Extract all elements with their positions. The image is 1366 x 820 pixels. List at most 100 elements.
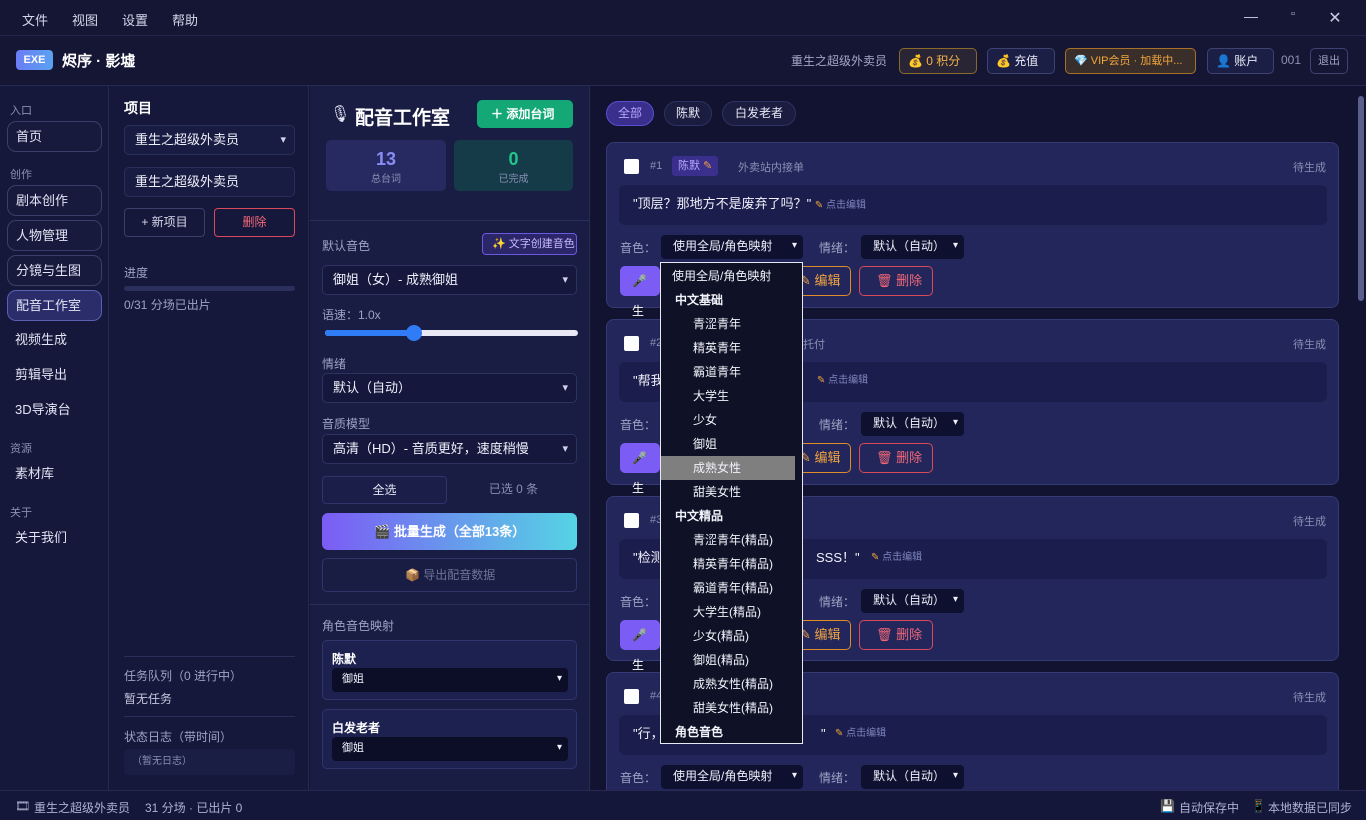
dropdown-option[interactable]: 大学生(精品) [661,600,795,624]
new-project-button[interactable]: + 新项目 [124,208,205,237]
chevron-down-icon: ▾ [280,134,286,146]
speaker-tag[interactable]: 陈默 ✎ [672,156,719,176]
logout-button[interactable]: 退出 [1310,48,1348,74]
card-status: 待生成 [1293,692,1326,704]
emotion-select[interactable]: 默认（自动） ▾ [322,373,577,403]
generate-button[interactable]: 🎤 生 [620,620,660,672]
dropdown-option[interactable]: 霸道青年(精品) [661,576,795,600]
sidebar-item-about[interactable]: 关于我们 [7,523,102,554]
card-checkbox[interactable] [624,336,639,351]
speed-slider-thumb[interactable] [405,325,422,341]
menu-file[interactable]: 文件 [22,10,48,29]
export-dubbing-button[interactable]: 📦 导出配音数据 [322,558,577,592]
speed-slider[interactable] [325,325,578,341]
speed-slider-fill [325,330,414,336]
project-select[interactable]: 重生之超级外卖员 ▾ [124,125,295,155]
dropdown-option[interactable]: 御姐 [661,432,795,456]
scrollbar-thumb[interactable] [1358,96,1364,301]
card-checkbox[interactable] [624,689,639,704]
batch-generate-button[interactable]: 🎬 批量生成（全部13条） [322,513,577,550]
dropdown-option[interactable]: 精英青年(精品) [661,552,795,576]
quality-model-select[interactable]: 高清（HD）- 音质更好，速度稍慢 ▾ [322,434,577,464]
dropdown-option[interactable]: 霸道青年 [661,360,795,384]
sidebar-item-3d-director[interactable]: 3D导演台 [7,395,102,426]
default-voice-select[interactable]: 御姐（女）- 成熟御姐 ▾ [322,265,577,295]
role-voice-select[interactable]: 御姐 ▾ [332,668,568,692]
delete-button[interactable]: 🗑 删除 [859,620,933,650]
dropdown-option[interactable]: 甜美女性 [661,480,795,504]
dropdown-option[interactable]: 青涩青年(精品) [661,528,795,552]
delete-button[interactable]: 🗑 删除 [859,266,933,296]
project-name-input[interactable]: 重生之超级外卖员 [124,167,295,197]
delete-button[interactable]: 🗑 删除 [859,443,933,473]
card-emotion-select[interactable]: 默认（自动） ▾ [861,412,964,436]
dropdown-option[interactable]: 大学生 [661,384,795,408]
dropdown-option[interactable]: 使用全局/角色映射 [661,264,795,288]
dropdown-option[interactable]: 青涩青年 [661,312,795,336]
status-log-box: （暂无日志） [124,749,295,775]
dialogue-text[interactable]: "顶层？那地方不是废弃了吗？" ✎ 点击编辑 [619,185,1327,225]
maximize-icon[interactable]: ▫ [1281,8,1305,28]
dropdown-option[interactable]: 甜美女性(精品) [661,696,795,720]
menu-settings[interactable]: 设置 [122,10,148,29]
card-emotion-select[interactable]: 默认（自动） ▾ [861,589,964,613]
dropdown-option[interactable]: 少女 [661,408,795,432]
pencil-icon: ✎ [703,160,713,172]
sidebar-nav: 入口 首页 创作 剧本创作 人物管理 分镜与生图 配音工作室 视频生成 剪辑导出… [0,86,109,790]
sidebar-item-assets[interactable]: 素材库 [7,459,102,490]
dropdown-option[interactable]: 成熟女性 [661,456,795,480]
card-checkbox[interactable] [624,159,639,174]
role-name: 白发老者 [332,721,381,735]
main-scrollbar[interactable] [1357,86,1366,790]
dropdown-option[interactable]: 少女(精品) [661,624,795,648]
divider [124,656,295,657]
chevron-down-icon: ▾ [791,770,797,781]
filter-all[interactable]: 全部 [606,101,654,126]
card-number: #1 [650,160,663,172]
role-voice-select[interactable]: 御姐 ▾ [332,737,568,761]
recharge-button[interactable]: 💰 充值 [987,48,1055,74]
dropdown-option[interactable]: 御姐(精品) [661,648,795,672]
minimize-icon[interactable]: — [1239,8,1263,28]
sidebar-item-characters[interactable]: 人物管理 [7,220,102,251]
user-icon: 👤 [1216,54,1231,68]
delete-project-button[interactable]: 删除 [214,208,295,237]
completed-number: 0 [508,149,519,169]
points-button[interactable]: 💰 0 积分 [899,48,977,74]
sidebar-item-dubbing[interactable]: 配音工作室 [7,290,102,321]
menu-help[interactable]: 帮助 [172,10,198,29]
filter-old-man[interactable]: 白发老者 [722,101,796,126]
card-voice-select[interactable]: 使用全局/角色映射 ▾ [661,765,803,789]
sidebar-item-home[interactable]: 首页 [7,121,102,152]
dropdown-option[interactable]: 成熟女性(精品) [661,672,795,696]
generate-button[interactable]: 🎤 生 [620,443,660,495]
sidebar-item-video[interactable]: 视频生成 [7,325,102,356]
text-create-voice-button[interactable]: ✨ 文字创建音色 [482,233,577,255]
edit-hint: ✎ 点击编辑 [835,728,887,739]
card-voice-select[interactable]: 使用全局/角色映射 ▾ [661,235,803,259]
card-emotion-select[interactable]: 默认（自动） ▾ [861,765,964,789]
voice-dropdown-list[interactable]: 使用全局/角色映射 中文基础 青涩青年 精英青年 霸道青年 大学生 少女 御姐 成熟女性 甜美女性… [660,262,803,744]
account-button[interactable]: 👤 账户 [1207,48,1274,74]
total-lines-stat: 13 总台词 [326,140,446,191]
menu-bar: 文件 视图 设置 帮助 — ▫ ✕ [0,0,1366,36]
generate-button[interactable]: 🎤 生 [620,266,660,318]
menu-view[interactable]: 视图 [72,10,98,29]
scene-label: 托付 [803,339,825,351]
sidebar-item-script[interactable]: 剧本创作 [7,185,102,216]
money-bag-icon: 💰 [908,54,923,68]
add-line-button[interactable]: ＋ 添加台词 [477,100,573,128]
card-emotion-select[interactable]: 默认（自动） ▾ [861,235,964,259]
sidebar-item-edit-export[interactable]: 剪辑导出 [7,360,102,391]
chevron-down-icon: ▾ [562,274,568,286]
filter-chenmo[interactable]: 陈默 [664,101,712,126]
card-checkbox[interactable] [624,513,639,528]
dropdown-option[interactable]: 精英青年 [661,336,795,360]
vip-button[interactable]: 💎 VIP会员 · 加载中... [1065,48,1196,74]
sidebar-item-storyboard[interactable]: 分镜与生图 [7,255,102,286]
completed-stat: 0 已完成 [454,140,573,191]
close-icon[interactable]: ✕ [1323,8,1347,28]
nav-section-entry: 入口 [10,105,32,117]
default-voice-label: 默认音色 [322,239,371,253]
select-all-button[interactable]: 全选 [322,476,447,504]
